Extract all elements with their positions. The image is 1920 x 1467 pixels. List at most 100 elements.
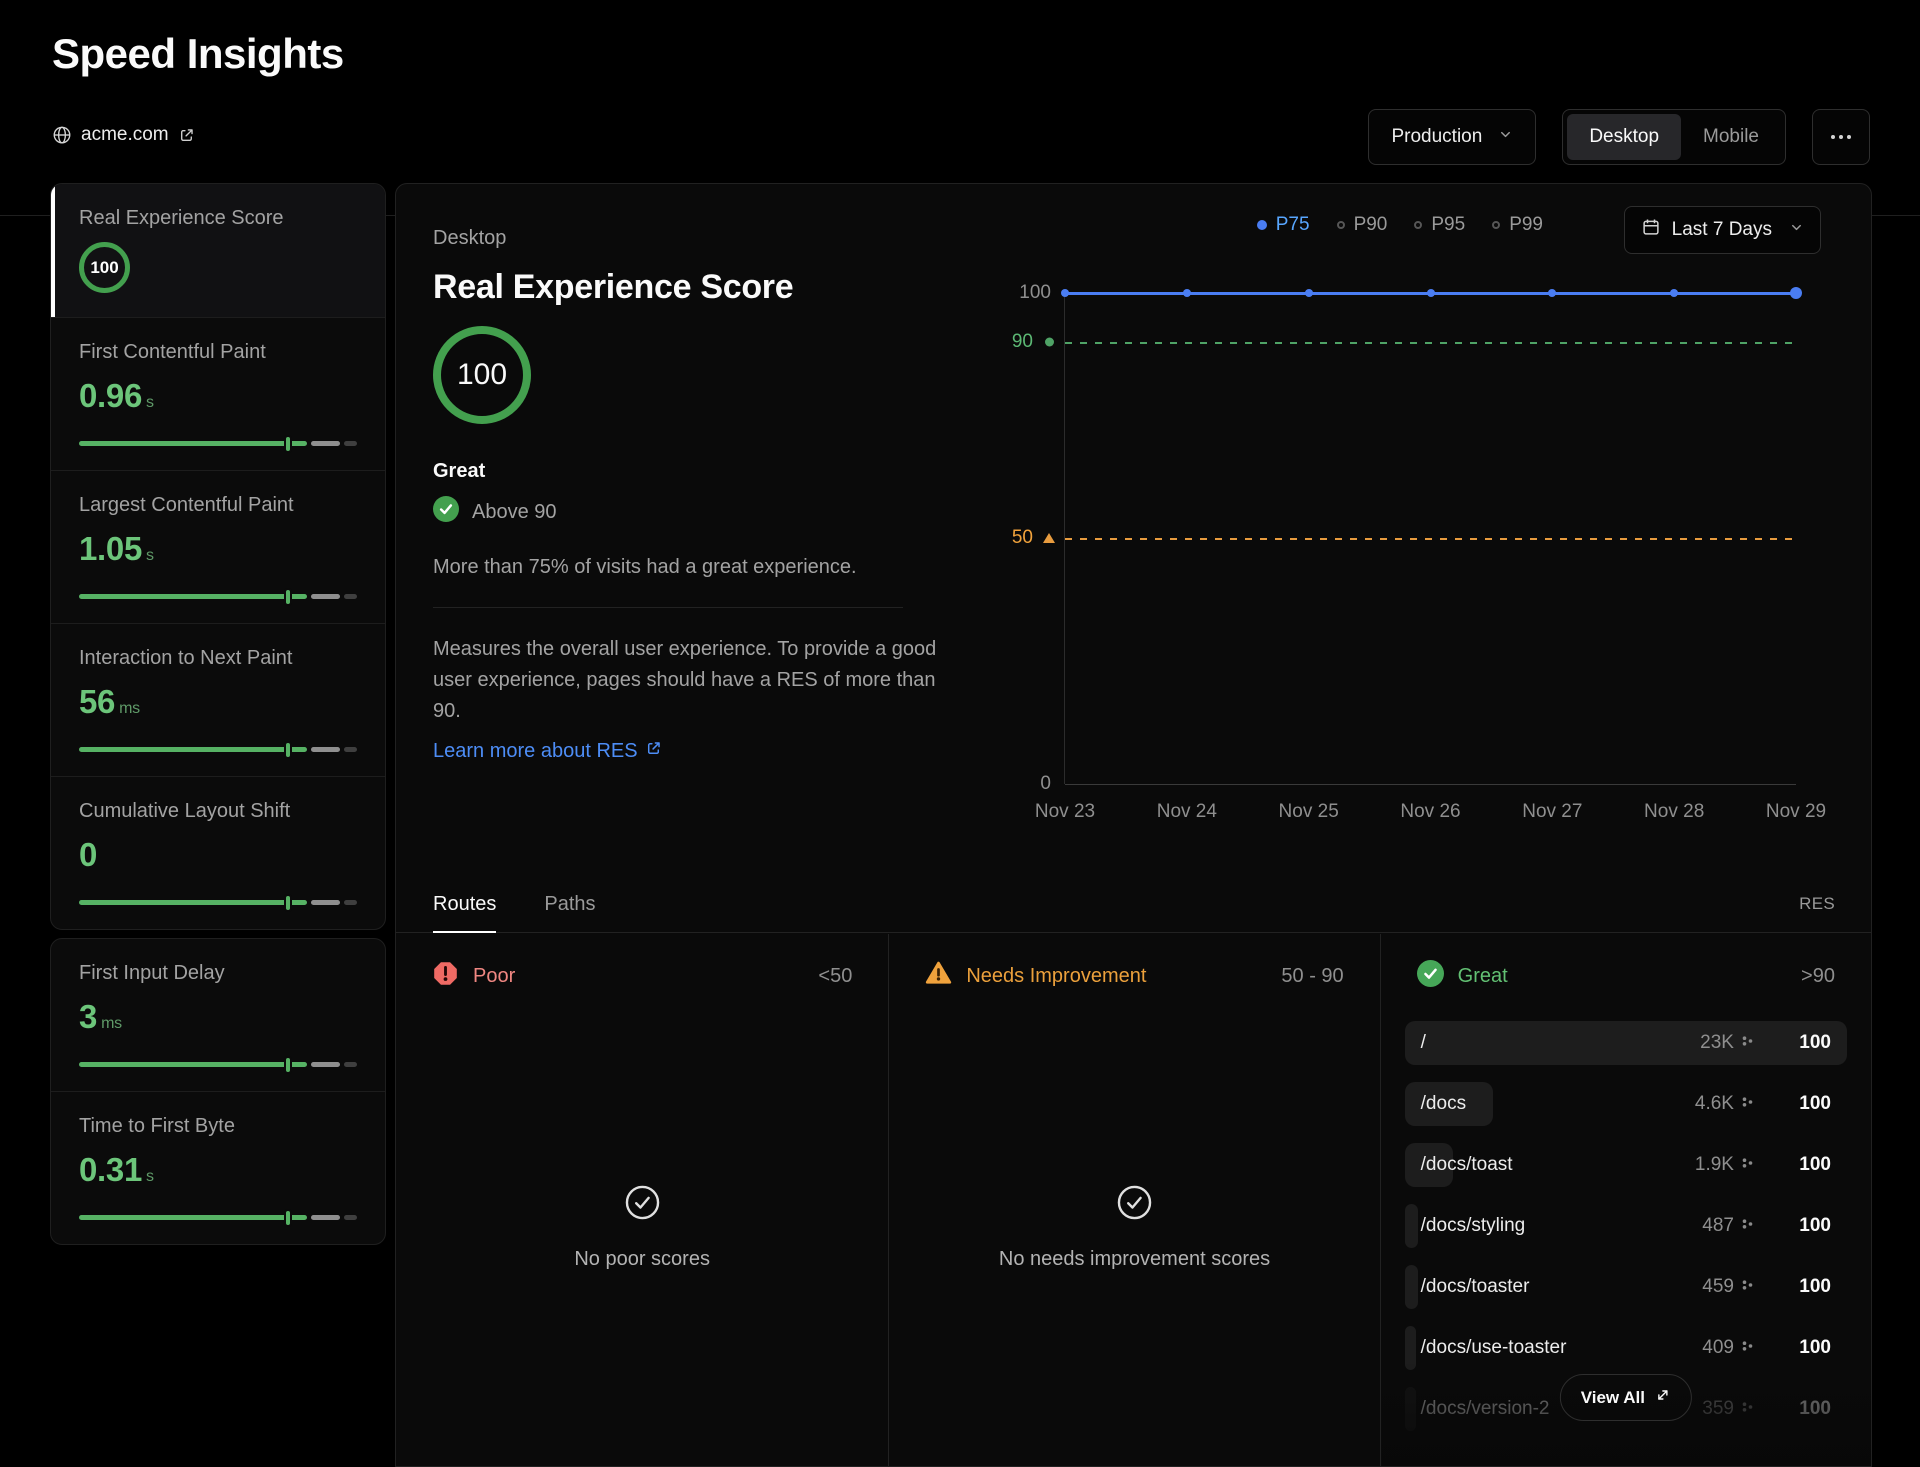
metric-unit: s [146, 394, 154, 411]
legend-item-p95[interactable]: P95 [1414, 214, 1465, 236]
x-tick: Nov 24 [1156, 801, 1217, 822]
expand-diagonal-icon [1655, 1387, 1671, 1408]
route-path: /docs/toast [1420, 1154, 1513, 1175]
description-text: Measures the overall user experience. To… [433, 638, 937, 722]
warning-triangle-icon [925, 960, 952, 992]
site-link[interactable]: acme.com [52, 124, 195, 146]
x-tick: Nov 29 [1765, 801, 1827, 822]
metric-label: Real Experience Score [79, 207, 284, 229]
date-range-select[interactable]: Last 7 Days [1623, 206, 1821, 254]
metric-value: 0 [79, 836, 98, 873]
legend-ring-icon [1414, 221, 1423, 229]
threshold-row: Above 90 [433, 496, 557, 528]
metric-card-cumulative-layout-shift[interactable]: Cumulative Layout Shift 0 [51, 776, 385, 929]
metric-card-time-to-first-byte[interactable]: Time to First Byte 0.31 s [51, 1091, 385, 1244]
route-score: 100 [1799, 1398, 1831, 1419]
data-point [1182, 289, 1191, 297]
route-score: 100 [1799, 1093, 1831, 1114]
res-score-ring: 100 [433, 326, 531, 424]
rating-label: Great [433, 460, 486, 482]
route-score: 100 [1799, 1032, 1831, 1053]
legend-item-p99[interactable]: P99 [1492, 214, 1543, 236]
metric-label: Cumulative Layout Shift [79, 800, 291, 822]
needs-improvement-range: 50 - 90 [1281, 964, 1344, 987]
device-label: Desktop [433, 227, 507, 249]
legend-item-p75[interactable]: P75 [1256, 214, 1310, 236]
device-tab-desktop[interactable]: Desktop [1567, 114, 1682, 160]
main-panel: Desktop Real Experience Score 100 Great … [395, 183, 1872, 1467]
view-all-button[interactable]: View All [1559, 1374, 1692, 1421]
reference-line-90 [1065, 342, 1796, 344]
score-columns: Poor <50 No poor scores Needs Improvemen… [396, 934, 1871, 1466]
globe-icon [52, 125, 72, 145]
route-row[interactable]: /docs/use-toaster 409 100 [1404, 1326, 1847, 1370]
metric-card-interaction-to-next-paint[interactable]: Interaction to Next Paint 56 ms [51, 623, 385, 776]
visitors-icon [1741, 1093, 1754, 1115]
metric-unit: ms [101, 1015, 122, 1032]
metric-label: Interaction to Next Paint [79, 647, 293, 669]
route-visitors: 23K [1700, 1032, 1734, 1053]
metric-value: 56 ms [79, 683, 140, 720]
divider [433, 607, 903, 608]
check-circle-icon [1416, 960, 1444, 992]
tab-routes[interactable]: Routes [433, 876, 497, 933]
metric-card-first-input-delay[interactable]: First Input Delay 3 ms [51, 939, 385, 1091]
route-row[interactable]: /docs/toast 1.9K 100 [1404, 1143, 1847, 1187]
visitors-icon [1741, 1276, 1754, 1298]
summary-text: More than 75% of visits had a great expe… [433, 556, 857, 578]
visitors-icon [1741, 1215, 1754, 1237]
res-score-value: 100 [456, 358, 508, 391]
reference-line-50 [1065, 538, 1796, 540]
data-point [1304, 289, 1313, 297]
visitors-icon [1741, 1337, 1754, 1359]
more-menu-button[interactable] [1812, 109, 1870, 165]
route-visitors: 409 [1702, 1337, 1734, 1358]
x-tick: Nov 28 [1644, 801, 1705, 822]
selected-indicator [51, 184, 55, 317]
route-path: /docs [1420, 1093, 1467, 1114]
metric-card-first-contentful-paint[interactable]: First Contentful Paint 0.96 s [51, 317, 385, 470]
metric-marker [285, 1210, 290, 1225]
y-tick-50: 50 [1011, 527, 1033, 548]
metric-marker [285, 1057, 290, 1072]
poor-threshold-marker-icon [1043, 533, 1055, 543]
metric-threshold-bar [79, 742, 357, 757]
metric-marker [285, 436, 290, 451]
visitors-icon [1741, 1154, 1754, 1176]
needs-improvement-label: Needs Improvement [966, 964, 1147, 987]
route-path: /docs/toaster [1420, 1276, 1530, 1297]
learn-more-link[interactable]: Learn more about RES [433, 740, 662, 763]
metric-card-largest-contentful-paint[interactable]: Largest Contentful Paint 1.05 s [51, 470, 385, 623]
route-row[interactable]: /docs/styling 487 100 [1404, 1204, 1847, 1248]
needs-improvement-header: Needs Improvement 50 - 90 [889, 934, 1379, 992]
environment-value: Production [1391, 126, 1483, 147]
route-visitors: 459 [1702, 1276, 1734, 1297]
route-row[interactable]: /docs/toaster 459 100 [1404, 1265, 1847, 1309]
legend-item-p90[interactable]: P90 [1336, 214, 1387, 236]
route-row[interactable]: /docs 4.6K 100 [1404, 1082, 1847, 1126]
metric-value: 0.31 s [79, 1151, 154, 1188]
route-path: /docs/styling [1420, 1215, 1526, 1236]
metric-threshold-bar [79, 589, 357, 604]
metric-group-secondary: First Input Delay 3 ms Time to First Byte… [50, 938, 386, 1245]
metric-unit: s [146, 547, 154, 564]
metric-label: Time to First Byte [79, 1115, 235, 1137]
metric-card-real-experience-score[interactable]: Real Experience Score 100 [51, 184, 385, 317]
check-circle-outline-icon [624, 1185, 661, 1225]
route-row[interactable]: / 23K 100 [1404, 1021, 1847, 1065]
metric-marker [285, 589, 290, 604]
poor-column: Poor <50 No poor scores [396, 934, 888, 1466]
metric-label: First Input Delay [79, 962, 225, 984]
device-tab-mobile[interactable]: Mobile [1681, 114, 1781, 160]
y-tick-100: 100 [1019, 282, 1051, 303]
metric-label: First Contentful Paint [79, 341, 266, 363]
route-score: 100 [1799, 1154, 1831, 1175]
route-visitors: 1.9K [1694, 1154, 1734, 1175]
route-score: 100 [1799, 1337, 1831, 1358]
tab-paths[interactable]: Paths [544, 876, 595, 932]
check-circle-outline-icon [1116, 1185, 1153, 1225]
metric-value: 1.05 s [79, 530, 154, 567]
needs-improvement-empty-text: No needs improvement scores [998, 1248, 1271, 1270]
site-name: acme.com [81, 124, 169, 145]
environment-select[interactable]: Production [1368, 109, 1537, 165]
